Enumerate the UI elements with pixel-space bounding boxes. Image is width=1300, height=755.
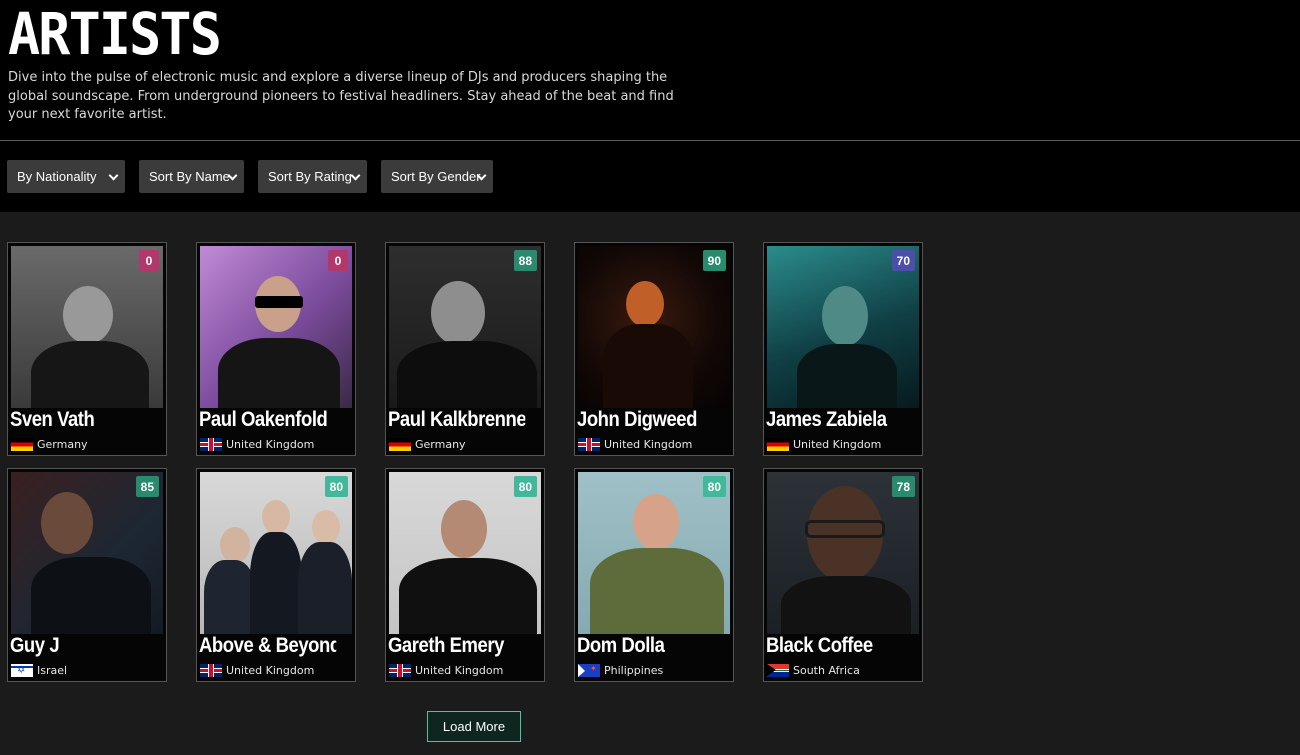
flag-uk-icon	[200, 437, 222, 451]
artist-name: Dom Dolla	[577, 634, 665, 657]
sort-by-rating-select[interactable]: Sort By Rating	[258, 160, 367, 193]
rating-badge: 80	[324, 476, 348, 497]
filter-label: Sort By Name	[149, 169, 230, 184]
rating-badge: 80	[702, 476, 726, 497]
filter-label: By Nationality	[17, 169, 97, 184]
artist-name: Above & Beyond	[199, 634, 337, 657]
load-more-button[interactable]: Load More	[427, 711, 521, 742]
sort-by-gender-select[interactable]: Sort By Gender	[381, 160, 493, 193]
artist-card[interactable]: 80 Above & Beyond United Kingdom	[196, 468, 356, 682]
artist-name: Paul Oakenfold	[199, 408, 328, 431]
artist-name: Guy J	[10, 634, 60, 657]
artist-name: Gareth Emery	[388, 634, 504, 657]
artist-country: United Kingdom	[200, 437, 314, 451]
flag-south-africa-icon	[767, 663, 789, 677]
country-label: United Kingdom	[415, 663, 504, 677]
flag-philippines-icon	[578, 663, 600, 677]
filter-label: Sort By Rating	[268, 169, 352, 184]
artist-name: Sven Vath	[10, 408, 95, 431]
chevron-down-icon	[350, 170, 361, 181]
artist-card[interactable]: 80 Dom Dolla Philippines	[574, 468, 734, 682]
artist-country: Philippines	[578, 663, 663, 677]
page-title: ARTISTS	[8, 0, 222, 68]
sort-by-name-select[interactable]: Sort By Name	[139, 160, 244, 193]
artist-name: Paul Kalkbrenner	[388, 408, 526, 431]
artist-card[interactable]: 0 Paul Oakenfold United Kingdom	[196, 242, 356, 456]
artist-card[interactable]: 90 John Digweed United Kingdom	[574, 242, 734, 456]
artist-country: United Kingdom	[578, 437, 692, 451]
rating-badge: 85	[135, 476, 159, 497]
artist-country: United Kingdom	[200, 663, 314, 677]
artist-card[interactable]: 0 Sven Vath Germany	[7, 242, 167, 456]
artist-country: South Africa	[767, 663, 860, 677]
country-label: South Africa	[793, 663, 860, 677]
flag-germany-icon	[389, 437, 411, 451]
rating-badge: 78	[891, 476, 915, 497]
artist-country: Germany	[389, 437, 466, 451]
country-label: Philippines	[604, 663, 664, 677]
artist-card[interactable]: 85 Guy J Israel	[7, 468, 167, 682]
rating-badge: 88	[513, 250, 537, 271]
artist-country: Israel	[11, 663, 67, 677]
nationality-filter-select[interactable]: By Nationality	[7, 160, 125, 193]
flag-uk-icon	[200, 663, 222, 677]
artist-name: John Digweed	[577, 408, 697, 431]
flag-israel-icon	[11, 663, 33, 677]
chevron-down-icon	[108, 170, 119, 181]
rating-badge: 80	[513, 476, 537, 497]
filter-label: Sort By Gender	[391, 169, 481, 184]
artist-name: James Zabiela	[766, 408, 887, 431]
country-label: United Kingdom	[226, 663, 315, 677]
artist-card[interactable]: 88 Paul Kalkbrenner Germany	[385, 242, 545, 456]
flag-germany-icon	[11, 437, 33, 451]
header-section: ARTISTS Dive into the pulse of electroni…	[0, 0, 1300, 212]
artist-card[interactable]: 70 James Zabiela United Kingdom	[763, 242, 923, 456]
flag-germany-icon	[767, 437, 789, 451]
flag-uk-icon	[389, 663, 411, 677]
divider	[0, 140, 1300, 141]
rating-badge: 70	[891, 250, 915, 271]
page-description: Dive into the pulse of electronic music …	[8, 70, 674, 122]
artist-card[interactable]: 80 Gareth Emery United Kingdom	[385, 468, 545, 682]
country-label: Germany	[415, 437, 466, 451]
rating-badge: 0	[139, 250, 159, 271]
artist-country: United Kingdom	[767, 437, 881, 451]
rating-badge: 0	[328, 250, 348, 271]
country-label: Germany	[37, 437, 88, 451]
country-label: United Kingdom	[793, 437, 882, 451]
rating-badge: 90	[702, 250, 726, 271]
country-label: Israel	[37, 663, 68, 677]
artist-grid: 0 Sven Vath Germany 0 Paul Oakenfold Uni…	[0, 212, 1300, 755]
flag-uk-icon	[578, 437, 600, 451]
country-label: United Kingdom	[604, 437, 693, 451]
artist-country: United Kingdom	[389, 663, 503, 677]
artist-name: Black Coffee	[766, 634, 873, 657]
country-label: United Kingdom	[226, 437, 315, 451]
artist-card[interactable]: 78 Black Coffee South Africa	[763, 468, 923, 682]
artist-country: Germany	[11, 437, 88, 451]
